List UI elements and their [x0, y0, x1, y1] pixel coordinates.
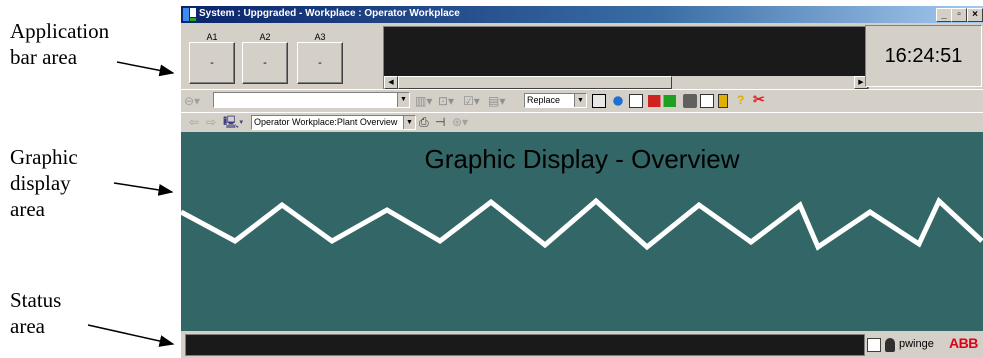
monitor-icon[interactable]: 🖳▾ [223, 114, 243, 130]
check-icon[interactable]: ☑▾ [463, 93, 480, 109]
select-icon[interactable]: ⊡▾ [438, 93, 454, 109]
a2-button[interactable]: - [242, 42, 288, 84]
lock-icon[interactable] [718, 94, 728, 108]
search-combo[interactable]: ▼ [213, 92, 410, 108]
nav-circle-icon[interactable]: ⊖▾ [184, 93, 200, 109]
alarm-horizontal-scrollbar[interactable]: ◀ ▶ [384, 76, 868, 89]
minimize-button[interactable]: _ [936, 8, 952, 22]
print-icon[interactable] [683, 94, 697, 108]
tools-icon[interactable]: ✂ [753, 91, 765, 107]
settings-icon[interactable]: ⊛▾ [452, 114, 468, 130]
user-name: pwinge [899, 338, 934, 350]
mode-select[interactable]: Replace ▼ [524, 93, 587, 108]
scroll-thumb[interactable] [398, 76, 672, 89]
status-area-arrow [87, 324, 175, 347]
panes-icon[interactable]: ▥▾ [415, 93, 432, 109]
toolbar-top: ⊖▾ ▼ ▥▾ ⊡▾ ☑▾ ▤▾ Replace ▼ ? ✂ [181, 89, 983, 112]
annotation-arrows [87, 61, 175, 347]
a1-button[interactable]: - [189, 42, 235, 84]
trend-display-icon[interactable] [648, 95, 676, 107]
a1-label: A1 [206, 32, 218, 42]
help-icon[interactable]: ? [737, 92, 744, 108]
a3-button[interactable]: - [297, 42, 343, 84]
graphic-display-arrow [113, 182, 174, 196]
faceplate-icon[interactable] [700, 94, 714, 108]
status-message-field[interactable] [185, 334, 865, 356]
user-icon[interactable] [885, 338, 895, 352]
alarm-line-display[interactable]: ◀ ▶ [383, 26, 869, 90]
back-arrow-icon[interactable]: ⇦ [189, 114, 199, 130]
window-title: System : Uppgraded - Workplace : Operato… [199, 8, 460, 19]
forward-arrow-icon[interactable]: ⇨ [206, 114, 216, 130]
operator-workplace-window: System : Uppgraded - Workplace : Operato… [181, 6, 983, 358]
globe-icon[interactable] [611, 94, 625, 108]
title-bar[interactable]: System : Uppgraded - Workplace : Operato… [181, 6, 983, 23]
a2-label: A2 [259, 32, 271, 42]
clock-display: 16:24:51 [865, 25, 982, 87]
graphic-display[interactable]: Graphic Display - Overview [181, 132, 983, 331]
status-bar: pwinge ABB [181, 331, 983, 358]
system-message-icon[interactable] [867, 338, 881, 352]
zigzag-line [181, 196, 983, 251]
chevron-down-icon[interactable]: ▼ [397, 93, 409, 107]
close-button[interactable]: × [967, 8, 983, 22]
pin-window-icon[interactable]: ⎙ [419, 114, 429, 130]
location-combo[interactable]: Operator Workplace:Plant Overview ▼ [251, 115, 416, 130]
scroll-left-icon[interactable]: ◀ [384, 76, 398, 89]
chevron-down-icon[interactable]: ▼ [403, 116, 415, 129]
list-icon[interactable]: ▤▾ [488, 93, 505, 109]
a3-label: A3 [314, 32, 326, 42]
workplace-app-icon [183, 8, 196, 21]
pin-icon[interactable]: ⊣ [435, 114, 445, 130]
toolbar-navigation: ⇦ ⇨ 🖳▾ Operator Workplace:Plant Overview… [181, 112, 983, 133]
restore-button[interactable]: ▫ [951, 8, 967, 22]
application-bar-arrow [116, 61, 175, 77]
grid-view-icon[interactable] [592, 94, 606, 108]
abb-logo: ABB [949, 335, 978, 351]
mode-select-value: Replace [527, 95, 561, 105]
document-icon[interactable] [629, 94, 643, 108]
location-combo-value: Operator Workplace:Plant Overview [254, 117, 398, 127]
chevron-down-icon[interactable]: ▼ [574, 94, 586, 107]
